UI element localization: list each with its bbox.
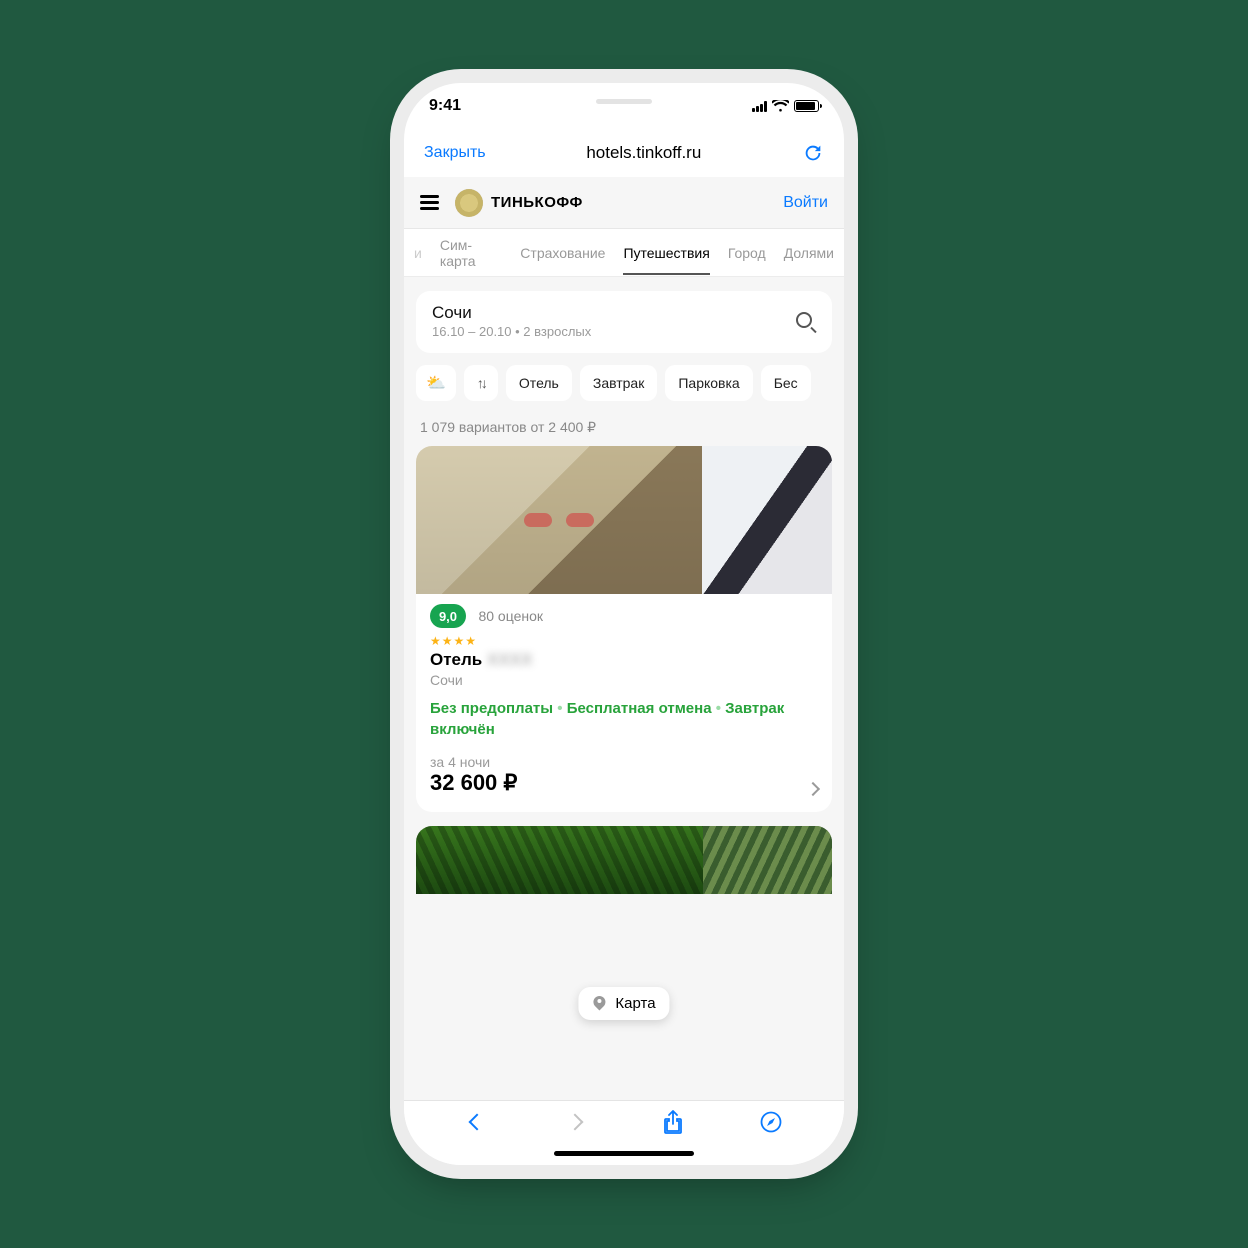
price: 32 600 ₽ — [430, 770, 818, 796]
tab-item-active[interactable]: Путешествия — [623, 245, 709, 261]
nights-label: за 4 ночи — [430, 754, 818, 770]
browser-url[interactable]: hotels.tinkoff.ru — [586, 143, 701, 163]
search-details: 16.10 – 20.10 • 2 взрослых — [432, 324, 591, 339]
filter-chips: ⛅ Отель Завтрак Парковка Бес — [416, 365, 832, 401]
hotel-photo-1 — [416, 446, 702, 594]
browser-close-button[interactable]: Закрыть — [424, 144, 486, 162]
preview-photo-1 — [416, 826, 703, 894]
stars-icon: ★★★★ — [430, 634, 818, 648]
search-summary[interactable]: Сочи 16.10 – 20.10 • 2 взрослых — [416, 291, 832, 353]
menu-icon[interactable] — [420, 195, 439, 209]
share-button[interactable] — [660, 1109, 686, 1135]
results-summary: 1 079 вариантов от 2 400 ₽ — [420, 419, 828, 436]
hotel-card[interactable]: 9,0 80 оценок ★★★★ Отель XXXX Сочи Без п… — [416, 446, 832, 812]
hotel-photos[interactable] — [416, 446, 832, 594]
phone-mockup: 9:41 Закрыть hotels.tinkoff.ru ТИНЬКОФФ … — [404, 83, 844, 1165]
map-button[interactable]: Карта — [578, 987, 669, 1020]
reviews-count: 80 оценок — [478, 608, 543, 624]
hotel-name-hidden: XXXX — [487, 650, 532, 669]
wifi-icon — [772, 100, 789, 112]
map-label: Карта — [615, 995, 655, 1012]
hotel-city: Сочи — [430, 672, 818, 688]
forward-button — [562, 1109, 588, 1135]
content-area: Сочи 16.10 – 20.10 • 2 взрослых ⛅ Отель … — [404, 277, 844, 1100]
browser-bar: Закрыть hotels.tinkoff.ru — [404, 129, 844, 177]
login-button[interactable]: Войти — [783, 194, 828, 212]
tab-item[interactable]: Город — [728, 245, 766, 261]
rating-badge: 9,0 — [430, 604, 466, 628]
chip-weather[interactable]: ⛅ — [416, 365, 456, 401]
cell-signal-icon — [752, 101, 767, 112]
hotel-photo-2 — [702, 446, 832, 594]
preview-photo-2 — [703, 826, 832, 894]
search-city: Сочи — [432, 303, 591, 323]
chip-breakfast[interactable]: Завтрак — [580, 365, 657, 401]
tab-item[interactable]: Долями — [784, 245, 834, 261]
status-bar: 9:41 — [404, 83, 844, 129]
brand-crest-icon — [455, 189, 483, 217]
tab-item[interactable]: Сим-карта — [440, 237, 502, 269]
chip-parking[interactable]: Парковка — [665, 365, 752, 401]
chip-sort[interactable] — [464, 365, 498, 401]
app-header: ТИНЬКОФФ Войти — [404, 177, 844, 229]
home-indicator[interactable] — [554, 1151, 694, 1156]
battery-icon — [794, 100, 819, 112]
sort-icon — [477, 375, 485, 391]
chip-hotel[interactable]: Отель — [506, 365, 572, 401]
tab-item[interactable]: Страхование — [520, 245, 605, 261]
search-icon[interactable] — [796, 312, 816, 332]
safari-button[interactable] — [758, 1109, 784, 1135]
back-button[interactable] — [464, 1109, 490, 1135]
category-tabs: и Сим-карта Страхование Путешествия Горо… — [404, 229, 844, 277]
reload-icon[interactable] — [802, 142, 824, 164]
brand-name: ТИНЬКОФФ — [491, 194, 583, 211]
status-time: 9:41 — [429, 97, 461, 115]
brand[interactable]: ТИНЬКОФФ — [455, 189, 583, 217]
tab-item[interactable]: и — [414, 245, 422, 261]
map-pin-icon — [592, 996, 608, 1012]
next-hotel-preview[interactable] — [416, 826, 832, 894]
hotel-label: Отель — [430, 650, 482, 669]
chip-more[interactable]: Бес — [761, 365, 811, 401]
hotel-perks: Без предоплаты • Бесплатная отмена • Зав… — [430, 698, 818, 740]
